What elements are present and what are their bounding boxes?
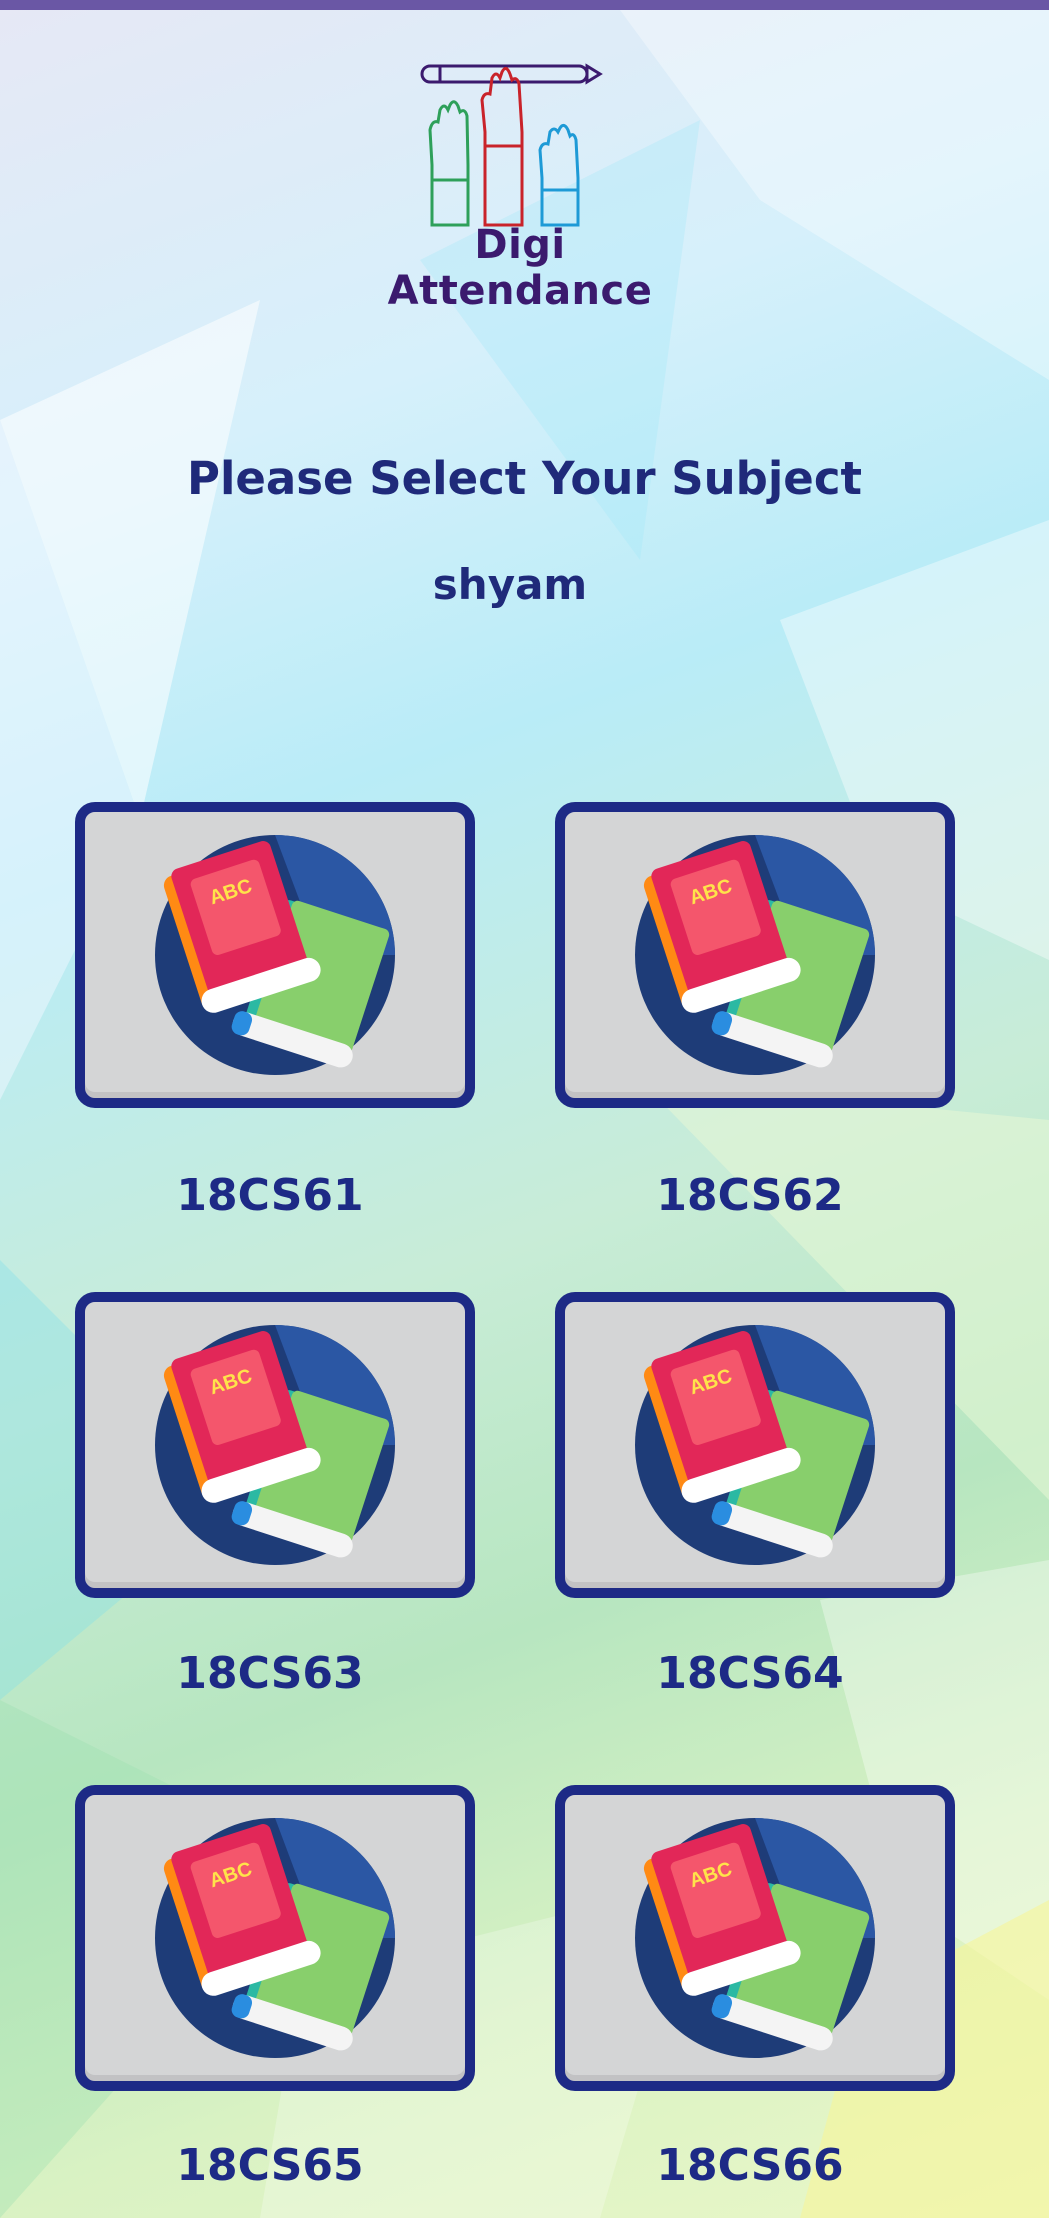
subject-code-label[interactable]: 18CS66 (550, 2140, 950, 2191)
subject-card-18cs62[interactable]: ABC (555, 802, 955, 1108)
app-title: Digi Attendance (387, 222, 653, 314)
books-icon: ABC (635, 1325, 875, 1565)
books-icon: ABC (155, 835, 395, 1075)
app-logo: Digi Attendance (360, 50, 680, 314)
books-icon: ABC (635, 835, 875, 1075)
subject-card-18cs65[interactable]: ABC (75, 1785, 475, 2091)
subject-code-label[interactable]: 18CS64 (550, 1648, 950, 1699)
subject-card-18cs61[interactable]: ABC (75, 802, 475, 1108)
page-heading: Please Select Your Subject (186, 452, 863, 505)
subject-code-label[interactable]: 18CS62 (550, 1170, 950, 1221)
subject-card-18cs63[interactable]: ABC (75, 1292, 475, 1598)
user-name: shyam (432, 560, 588, 609)
books-icon: ABC (155, 1325, 395, 1565)
top-bar (0, 0, 1049, 10)
subject-code-label[interactable]: 18CS61 (70, 1170, 470, 1221)
subject-code-label[interactable]: 18CS65 (70, 2140, 470, 2191)
books-icon: ABC (155, 1818, 395, 2058)
raised-hands-pencil-logo-icon (420, 63, 603, 227)
subject-card-18cs64[interactable]: ABC (555, 1292, 955, 1598)
subject-code-label[interactable]: 18CS63 (70, 1648, 470, 1699)
books-icon: ABC (635, 1818, 875, 2058)
subject-card-18cs66[interactable]: ABC (555, 1785, 955, 2091)
